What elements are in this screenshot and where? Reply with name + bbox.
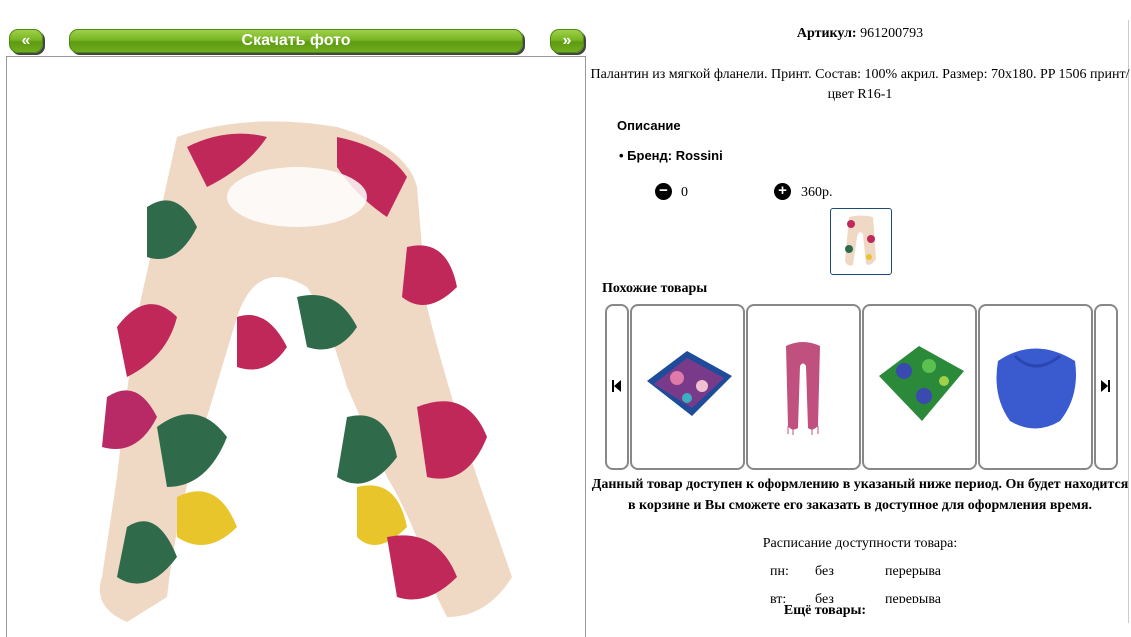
schedule-title: Расписание доступности товара: [762, 536, 958, 551]
blue-scarf-image [996, 348, 1076, 429]
plus-icon[interactable]: + [774, 183, 791, 200]
slider-prev-button[interactable] [605, 304, 629, 470]
skip-forward-icon [1101, 380, 1110, 392]
article-label: Артикул: [796, 26, 857, 41]
schedule-value: перерыва [885, 564, 941, 579]
availability-notice: Данный товар доступен к оформлению в ука… [591, 477, 1129, 513]
prev-photo-button[interactable]: « [9, 29, 43, 53]
description-heading: Описание [617, 118, 681, 133]
similar-products-title: Похожие товары [602, 281, 708, 296]
photo-thumbnail[interactable] [830, 208, 892, 275]
similar-item-4[interactable] [978, 304, 1093, 470]
similar-item-3[interactable] [862, 304, 977, 470]
similar-item-1[interactable] [630, 304, 745, 470]
download-photo-button[interactable]: Скачать фото [69, 29, 523, 53]
skip-back-icon [612, 380, 621, 392]
schedule-value: без [815, 564, 834, 579]
article-line: Артикул: 961200793 [590, 26, 1130, 42]
price-value: 360р. [801, 185, 833, 200]
scarf-photo [99, 121, 513, 622]
more-products-title: Ещё товары: [590, 603, 1060, 619]
green-floral-scarf-image [879, 346, 964, 421]
slider-next-button[interactable] [1094, 304, 1118, 470]
similar-item-2[interactable] [746, 304, 861, 470]
pink-scarf-image [786, 342, 820, 435]
paisley-scarf-image [647, 351, 732, 416]
brand-label: Бренд: Rossini [627, 148, 723, 163]
quantity-value: 0 [681, 185, 688, 200]
minus-icon[interactable]: − [655, 183, 672, 200]
product-description: Палантин из мягкой фланели. Принт. Соста… [590, 67, 1130, 102]
brand-item: • Бренд: Rossini [619, 148, 723, 163]
scarf-thumbnail-image [845, 215, 876, 266]
product-photo-frame [6, 56, 586, 637]
next-photo-button[interactable]: » [550, 29, 584, 53]
article-value: 961200793 [860, 26, 924, 41]
schedule-day: пн: [770, 564, 789, 579]
right-border [1128, 20, 1129, 623]
